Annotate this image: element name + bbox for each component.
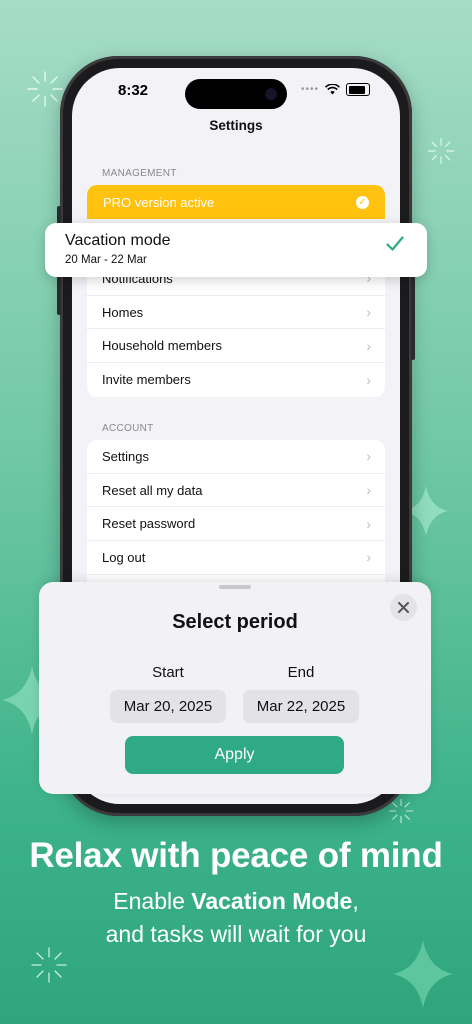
apply-button[interactable]: Apply — [125, 736, 344, 774]
list-item-household-members[interactable]: Household members › — [87, 329, 385, 364]
signal-dots: •••• — [300, 84, 319, 95]
wifi-icon — [325, 84, 340, 95]
sparkle-icon — [427, 137, 455, 165]
vacation-mode-title: Vacation mode — [65, 232, 171, 249]
list-item-invite-members[interactable]: Invite members › — [87, 363, 385, 397]
camera-icon — [265, 88, 277, 100]
list-item-label: Reset password — [102, 516, 196, 532]
list-item-label: Reset all my data — [102, 482, 203, 498]
battery-icon — [346, 83, 370, 96]
list-item-label: Log out — [102, 549, 146, 565]
sparkle-icon — [31, 947, 67, 983]
list-item-label: Homes — [102, 304, 144, 320]
nav-title: Settings — [209, 118, 263, 133]
status-icons: •••• — [301, 83, 370, 96]
list-item-label: Household members — [102, 338, 222, 354]
pro-version-label: PRO version active — [103, 194, 215, 210]
sparkle-icon — [27, 71, 63, 107]
list-item-settings[interactable]: Settings › — [87, 440, 385, 474]
sheet-title: Select period — [172, 611, 298, 633]
promo-subtitle-line2: and tasks will wait for you — [105, 921, 367, 947]
vacation-mode-dates: 20 Mar - 22 Mar — [65, 254, 147, 266]
select-period-sheet: Select period Start End Mar 20, 2025 Mar… — [39, 582, 431, 794]
checkmark-icon — [386, 236, 404, 251]
promo-headline: Relax with peace of mind — [29, 836, 443, 875]
start-date-picker[interactable]: Mar 20, 2025 — [110, 690, 226, 723]
promo-sub-bold: Vacation Mode — [191, 888, 353, 914]
promo-sub-prefix: Enable — [113, 888, 192, 914]
sheet-grabber[interactable] — [219, 585, 251, 589]
star-icon — [393, 940, 453, 1008]
promo-subtitle-line1: Enable Vacation Mode, — [0, 888, 472, 915]
list-item-reset-password[interactable]: Reset password › — [87, 507, 385, 542]
promo-sub-suffix: , — [352, 888, 359, 914]
list-item-log-out[interactable]: Log out › — [87, 541, 385, 575]
chevron-right-icon: › — [366, 371, 371, 388]
vacation-mode-card[interactable]: Vacation mode 20 Mar - 22 Mar — [45, 223, 427, 277]
chevron-right-icon: › — [366, 549, 371, 566]
section-label-account: ACCOUNT — [102, 423, 154, 434]
end-label: End — [287, 664, 315, 681]
management-list: Notifications › Homes › Household members ›… — [87, 262, 385, 397]
dynamic-island — [185, 79, 287, 109]
chevron-right-icon: › — [366, 337, 371, 354]
power-button — [411, 270, 415, 360]
pro-version-row[interactable]: PRO version active ✓ — [87, 185, 385, 219]
chevron-right-icon: › — [366, 515, 371, 532]
chevron-right-icon: › — [366, 448, 371, 465]
chevron-right-icon: › — [366, 482, 371, 499]
section-label-management: MANAGEMENT — [102, 168, 177, 179]
list-item-homes[interactable]: Homes › — [87, 296, 385, 330]
checkmark-circle-icon: ✓ — [356, 195, 369, 209]
end-date-picker[interactable]: Mar 22, 2025 — [243, 690, 359, 723]
list-item-reset-data[interactable]: Reset all my data › — [87, 474, 385, 508]
start-label: Start — [152, 664, 184, 681]
list-item-label: Settings — [102, 448, 149, 464]
status-time: 8:32 — [118, 82, 149, 99]
list-item-label: Invite members — [102, 372, 191, 388]
chevron-right-icon: › — [366, 304, 371, 321]
